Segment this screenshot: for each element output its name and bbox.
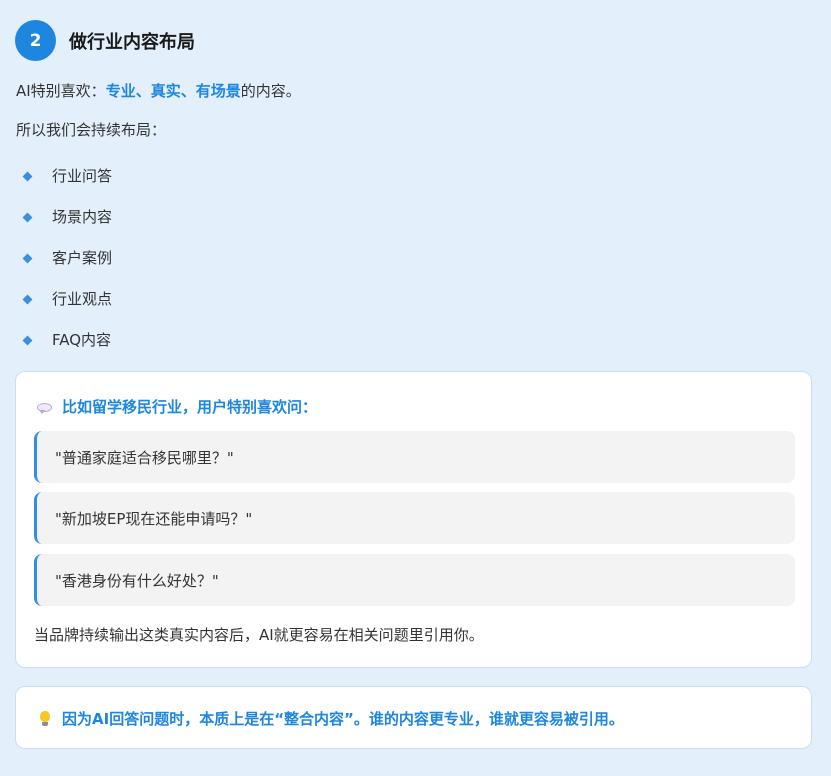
example-card-footer: 当品牌持续输出这类真实内容后，AI就更容易在相关问题里引用你。 [34,626,484,644]
diamond-bullet-icon [22,212,33,223]
insight-card-text: 因为AI回答问题时，本质上是在“整合内容”。谁的内容更专业，谁就更容易被引用。 [36,708,624,729]
intro-prefix: AI特别喜欢： [16,82,106,100]
example-card: 比如留学移民行业，用户特别喜欢问： "普通家庭适合移民哪里？" "新加坡EP现在… [15,371,812,668]
intro-paragraph: AI特别喜欢：专业、真实、有场景的内容。 [16,80,301,102]
user-question-quote: "香港身份有什么好处？" [34,554,795,606]
section-header: 2 做行业内容布局 [15,20,195,61]
list-item-label: 场景内容 [52,208,113,226]
intro-highlight: 专业、真实、有场景 [105,82,241,100]
diamond-bullet-icon [22,253,33,264]
intro-suffix: 的内容。 [240,82,301,100]
list-item-label: 客户案例 [52,249,113,267]
user-question-quote: "普通家庭适合移民哪里？" [34,431,795,483]
diamond-bullet-icon [22,171,33,182]
list-item: 场景内容 [20,206,112,247]
diamond-bullet-icon [22,294,33,305]
insight-card: 因为AI回答问题时，本质上是在“整合内容”。谁的内容更专业，谁就更容易被引用。 [15,686,812,749]
content-layout-list: 行业问答 场景内容 客户案例 行业观点 FAQ内容 [20,165,112,370]
list-item-label: 行业问答 [52,167,113,185]
example-card-heading-text: 比如留学移民行业，用户特别喜欢问： [62,398,318,416]
example-card-heading: 比如留学移民行业，用户特别喜欢问： [36,396,317,417]
list-item: FAQ内容 [20,329,112,370]
quote-text: "普通家庭适合移民哪里？" [55,448,234,467]
list-item: 行业问答 [20,165,112,206]
list-item: 行业观点 [20,288,112,329]
speech-bubble-icon [36,398,54,416]
quote-text: "新加坡EP现在还能申请吗？" [55,509,253,528]
list-item-label: 行业观点 [52,290,113,308]
insight-text: 因为AI回答问题时，本质上是在“整合内容”。谁的内容更专业，谁就更容易被引用。 [62,710,624,728]
list-item: 客户案例 [20,247,112,288]
user-question-quote: "新加坡EP现在还能申请吗？" [34,492,795,544]
section-title: 做行业内容布局 [69,31,195,53]
diamond-bullet-icon [22,335,33,346]
lead-paragraph: 所以我们会持续布局： [16,121,167,139]
list-item-label: FAQ内容 [52,331,112,349]
lightbulb-icon [36,710,54,728]
step-number-badge: 2 [15,20,56,61]
quote-text: "香港身份有什么好处？" [55,571,219,590]
